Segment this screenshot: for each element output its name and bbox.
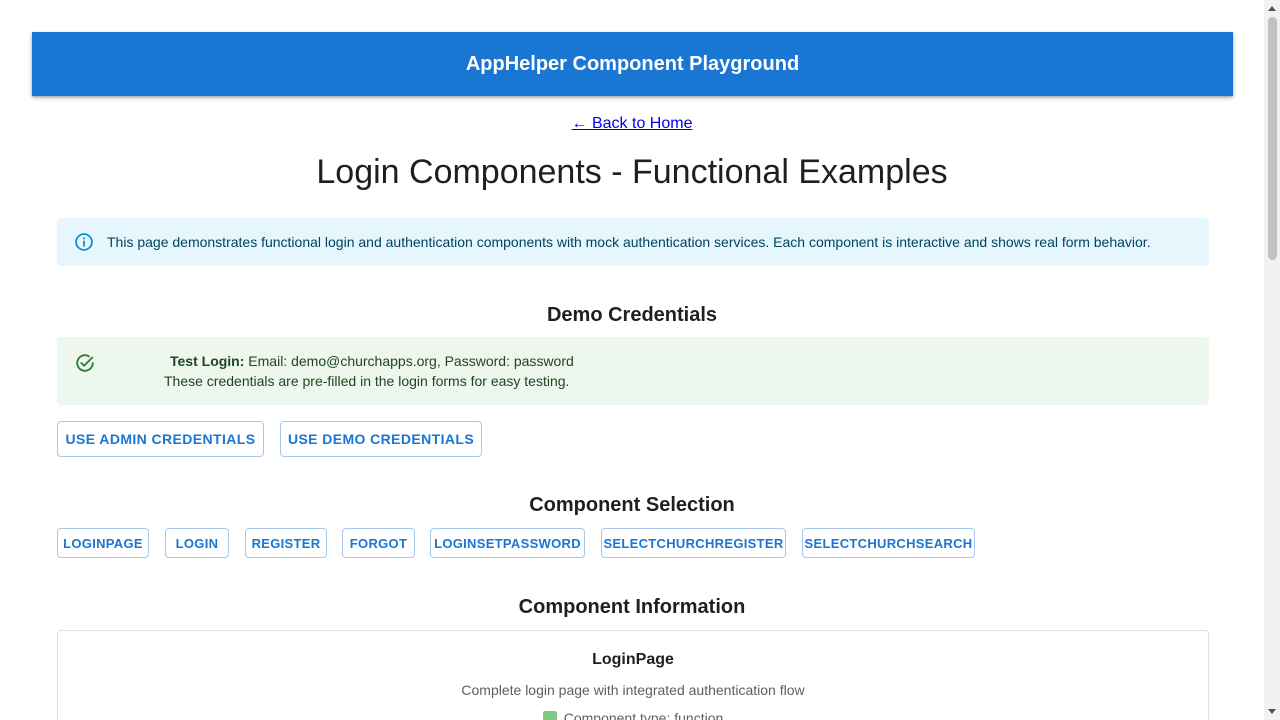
credentials-line: Test Login: Email: demo@churchapps.org, … xyxy=(170,352,574,370)
info-alert-text: This page demonstrates functional login … xyxy=(107,234,1151,250)
component-button-login[interactable]: LOGIN xyxy=(165,528,229,558)
scrollbar-thumb[interactable] xyxy=(1268,17,1277,260)
component-button-loginsetpassword[interactable]: LOGINSETPASSWORD xyxy=(430,528,585,558)
component-button-loginpage[interactable]: LOGINPAGE xyxy=(57,528,149,558)
back-to-home-link[interactable]: ← Back to Home xyxy=(572,115,693,132)
use-demo-credentials-button[interactable]: USE DEMO CREDENTIALS xyxy=(280,421,482,457)
credentials-alert: Test Login: Email: demo@churchapps.org, … xyxy=(57,337,1209,405)
demo-credentials-heading: Demo Credentials xyxy=(546,304,718,326)
info-alert: This page demonstrates functional login … xyxy=(57,218,1209,266)
component-description: Complete login page with integrated auth… xyxy=(461,682,805,698)
component-selection-heading: Component Selection xyxy=(529,494,735,516)
component-name: LoginPage xyxy=(592,651,674,668)
use-admin-credentials-button[interactable]: USE ADMIN CREDENTIALS xyxy=(57,421,264,457)
check-circle-icon xyxy=(74,352,96,374)
component-info-card: LoginPage Complete login page with integ… xyxy=(57,630,1209,720)
back-to-home-row: ← Back to Home xyxy=(0,114,1264,134)
component-button-selectchurchregister[interactable]: SELECTCHURCHREGISTER xyxy=(601,528,786,558)
vertical-scrollbar[interactable] xyxy=(1264,0,1280,720)
component-information-heading: Component Information xyxy=(518,596,746,618)
page-title: Login Components - Functional Examples xyxy=(316,153,948,191)
app-bar: AppHelper Component Playground xyxy=(32,32,1233,96)
scroll-up-arrow-icon[interactable] xyxy=(1264,0,1280,16)
component-button-forgot[interactable]: FORGOT xyxy=(342,528,415,558)
credentials-note: These credentials are pre-filled in the … xyxy=(164,373,570,389)
component-type-row: Component type: function xyxy=(58,710,1208,720)
app-bar-title: AppHelper Component Playground xyxy=(465,52,800,75)
info-icon xyxy=(74,232,94,252)
checkbox-icon xyxy=(542,711,557,720)
component-button-register[interactable]: REGISTER xyxy=(245,528,327,558)
page: AppHelper Component Playground ← Back to… xyxy=(0,0,1264,720)
scroll-down-arrow-icon[interactable] xyxy=(1264,704,1280,720)
test-login-details: Email: demo@churchapps.org, Password: pa… xyxy=(248,353,574,369)
component-button-selectchurchsearch[interactable]: SELECTCHURCHSEARCH xyxy=(802,528,975,558)
test-login-label: Test Login: xyxy=(170,353,245,369)
component-type-text: Component type: function xyxy=(563,710,724,720)
